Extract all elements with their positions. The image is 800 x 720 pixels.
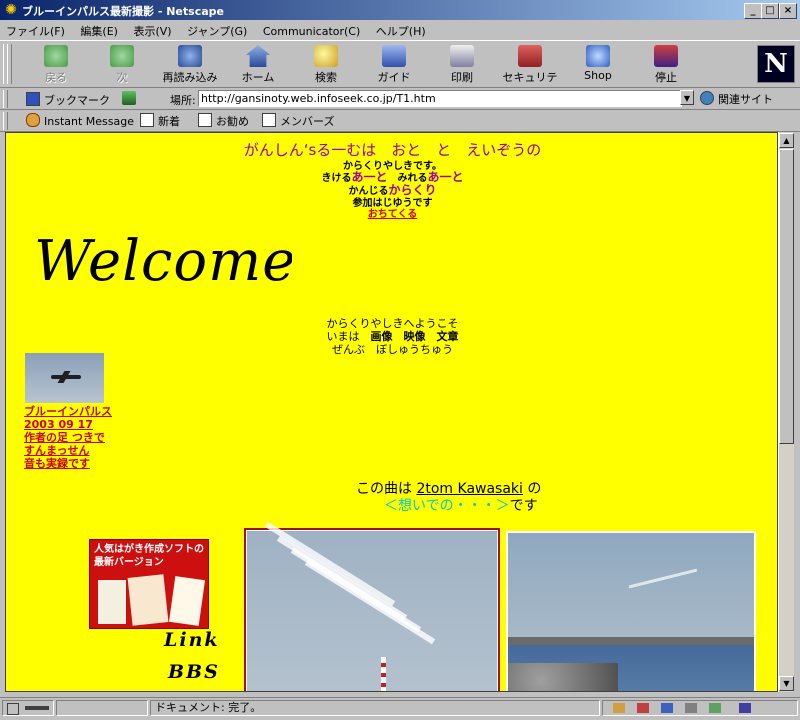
menu-help[interactable]: ヘルプ(H)	[370, 20, 432, 39]
crane-tower	[381, 657, 386, 691]
status-text: ドキュメント: 完了。	[150, 700, 600, 716]
stop-icon	[654, 45, 678, 67]
forward-button[interactable]: 次	[90, 45, 154, 85]
bookmark-page-icon	[140, 113, 154, 127]
ad-postcard-image	[168, 576, 206, 626]
postcard-software-ad[interactable]: 人気はがき作成ソフトの最新バージョン	[89, 539, 209, 629]
stop-button[interactable]: 停止	[634, 45, 698, 85]
back-arrow-icon	[44, 45, 68, 67]
maximize-button[interactable]: □	[761, 3, 779, 19]
related-sites-button[interactable]: 関連サイト	[700, 91, 773, 107]
recommended-button[interactable]: お勧め	[198, 113, 249, 129]
formation-photo-1[interactable]	[244, 521, 500, 691]
navigator-icon[interactable]	[613, 703, 625, 713]
security-lock-icon	[518, 45, 542, 67]
instant-message-button[interactable]: Instant Message	[26, 113, 134, 128]
reload-button[interactable]: 再読み込み	[158, 45, 222, 85]
location-label: 場所:	[170, 94, 196, 107]
song-title: ＜想いでの・・・＞	[384, 498, 510, 514]
related-sites-icon	[700, 91, 714, 105]
bbs-nav[interactable]: BBS	[168, 661, 220, 683]
close-button[interactable]: ×	[779, 3, 797, 19]
home-button[interactable]: ホーム	[226, 45, 290, 85]
home-icon	[246, 45, 270, 67]
title-bar[interactable]: ✺ ブルーインパルス最新撮影 - Netscape _ □ ×	[0, 0, 800, 20]
menu-file[interactable]: ファイル(F)	[0, 20, 71, 39]
menu-view[interactable]: 表示(V)	[127, 20, 177, 39]
netscape-app-icon[interactable]: ✺	[3, 2, 19, 18]
welcome-line-3: ぜんぶ ぼしゅうちゅう	[332, 343, 453, 356]
security-button[interactable]: セキュリティ	[498, 45, 562, 100]
bookmark-page-icon	[198, 113, 212, 127]
sky-photo	[247, 521, 497, 691]
sky-area	[508, 533, 754, 643]
person-icon	[26, 113, 40, 127]
jet-thumbnail-image[interactable]	[25, 353, 104, 403]
component-bar	[602, 700, 798, 716]
mail-icon[interactable]	[637, 703, 649, 713]
bookmark-page-icon	[262, 113, 276, 127]
netscape-logo[interactable]: N	[757, 45, 795, 83]
members-button[interactable]: メンバーズ	[262, 113, 334, 129]
lock-icon	[7, 703, 19, 715]
forward-arrow-icon	[110, 45, 134, 67]
guide-button[interactable]: ガイド	[362, 45, 426, 85]
menu-go[interactable]: ジャンプ(G)	[181, 20, 253, 39]
location-grip[interactable]	[3, 90, 8, 108]
coast-photo-2[interactable]	[506, 531, 756, 691]
discussion-icon[interactable]	[661, 703, 673, 713]
song-title-line: ＜想いでの・・・＞です	[384, 498, 538, 514]
bookmark-icon	[26, 92, 40, 106]
print-icon	[450, 45, 474, 67]
page-content[interactable]: がんしん‘sる一むは おと と えいぞうの からくりやしきです。 きけるあ一と …	[5, 132, 778, 692]
address-book-icon[interactable]	[685, 703, 697, 713]
instant-message-icon[interactable]	[739, 703, 751, 713]
smoke-trail	[628, 568, 698, 589]
smoke-trail	[304, 559, 436, 645]
scroll-thumb[interactable]	[779, 149, 794, 444]
whats-new-button[interactable]: 新着	[140, 113, 180, 129]
print-button[interactable]: 印刷	[430, 45, 494, 85]
url-input[interactable]: http://gansinoty.web.infoseek.co.jp/T1.h…	[198, 90, 682, 107]
scroll-up-arrow-icon[interactable]: ▲	[779, 133, 794, 148]
link-nav[interactable]: Link	[164, 629, 220, 651]
security-status-panel[interactable]	[2, 700, 54, 716]
guide-icon	[382, 45, 406, 67]
shop-button[interactable]: Shop	[566, 45, 630, 85]
progress-panel	[56, 700, 148, 716]
page-proxy-icon[interactable]	[122, 91, 136, 105]
welcome-banner: Welcome!	[34, 229, 292, 294]
menu-bar: ファイル(F) 編集(E) 表示(V) ジャンプ(G) Communicator…	[0, 20, 800, 40]
scroll-down-arrow-icon[interactable]: ▼	[779, 676, 794, 691]
blue-impulse-link[interactable]: ブルーインパルス 2003 09 17 作者の足 つきで すんまっせん 音も実録…	[24, 405, 112, 470]
personal-grip[interactable]	[3, 112, 8, 130]
menu-communicator[interactable]: Communicator(C)	[257, 22, 366, 38]
url-dropdown-arrow-icon[interactable]: ▼	[680, 90, 694, 105]
connection-icon	[25, 706, 49, 710]
falling-link[interactable]: おちてくる	[6, 205, 777, 220]
ad-postcard-image	[98, 580, 126, 624]
reload-icon	[178, 45, 202, 67]
back-button[interactable]: 戻る	[24, 45, 88, 85]
shop-icon	[586, 45, 610, 67]
ad-postcard-image	[127, 574, 169, 626]
window-title: ブルーインパルス最新撮影 - Netscape	[22, 5, 224, 18]
minimize-button[interactable]: _	[744, 3, 762, 19]
search-icon	[314, 45, 338, 67]
composer-icon[interactable]	[709, 703, 721, 713]
tetrapods	[508, 663, 618, 691]
bookmark-button[interactable]: ブックマーク	[26, 92, 110, 108]
smoke-trail	[264, 521, 396, 607]
menu-edit[interactable]: 編集(E)	[74, 20, 124, 39]
navigation-toolbar: 戻る 次 再読み込み ホーム 検索 ガイド 印刷 セキュリティ Shop 停止	[0, 40, 800, 100]
search-button[interactable]: 検索	[294, 45, 358, 85]
breakwater	[508, 637, 754, 645]
toolbar-grip-2[interactable]	[7, 44, 12, 84]
